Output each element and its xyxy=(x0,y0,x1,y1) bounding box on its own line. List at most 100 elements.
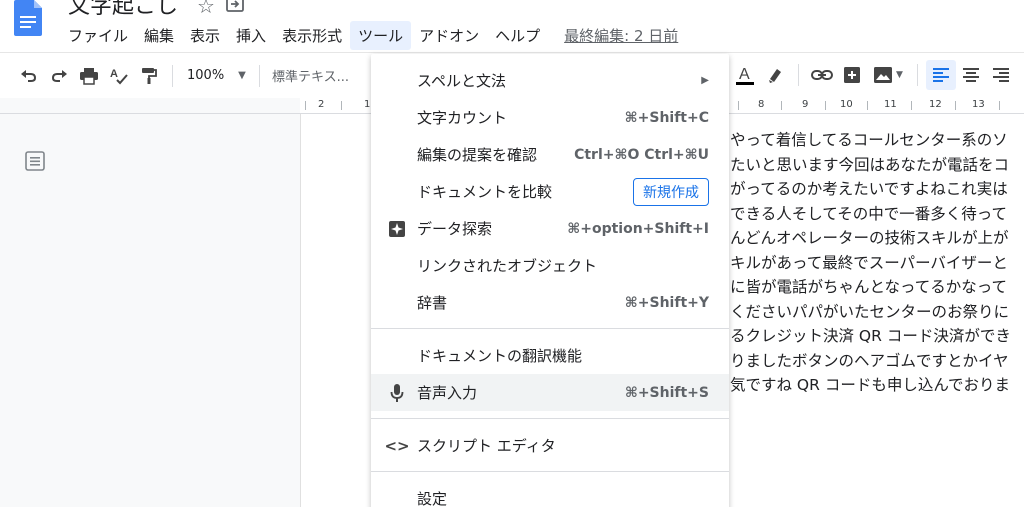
add-comment-icon xyxy=(844,67,860,83)
menu-divider xyxy=(371,471,729,472)
menu-addons[interactable]: アドオン xyxy=(411,21,487,50)
explore-icon xyxy=(387,219,407,239)
menu-item-dictionary[interactable]: 辞書 ⌘+Shift+Y xyxy=(371,284,729,321)
ruler-tick: | xyxy=(737,101,741,111)
shortcut-label: ⌘+Shift+C xyxy=(624,109,709,126)
ruler-label: 11 xyxy=(884,99,897,110)
document-title[interactable]: 文字起こし xyxy=(68,0,178,20)
menu-file[interactable]: ファイル xyxy=(60,21,136,50)
align-left-button[interactable] xyxy=(926,60,956,90)
ruler-label: 2 xyxy=(318,99,325,110)
ruler-tick: | xyxy=(780,101,784,111)
menu-bar: ファイル 編集 表示 挿入 表示形式 ツール アドオン ヘルプ 最終編集: 2 … xyxy=(60,20,678,50)
redo-button[interactable] xyxy=(44,61,74,91)
menu-insert[interactable]: 挿入 xyxy=(228,21,274,50)
body-line: やって着信してるコールセンター系のソ xyxy=(730,131,1008,149)
body-line: んどんオペレーターの技術スキルが上が xyxy=(730,229,1009,247)
menu-help[interactable]: ヘルプ xyxy=(487,21,548,50)
toolbar-divider xyxy=(259,64,260,87)
menu-item-label: 辞書 xyxy=(417,294,448,312)
body-line: くださいパパがいたセンターのお祭りに xyxy=(730,302,1010,321)
body-line: がってるのか考えたいですよねこれ実は xyxy=(730,180,1008,198)
align-center-button[interactable] xyxy=(956,60,986,90)
star-icon[interactable]: ☆ xyxy=(197,0,215,18)
ruler-label: 8 xyxy=(758,99,765,110)
submenu-arrow-icon: ▶ xyxy=(701,75,709,86)
docs-logo-icon[interactable] xyxy=(12,0,44,36)
menu-item-translate[interactable]: ドキュメントの翻訳機能 xyxy=(371,337,729,374)
menu-divider xyxy=(371,328,729,329)
body-line: に皆が電話がちゃんとなってるかなって xyxy=(730,278,1007,296)
menu-view[interactable]: 表示 xyxy=(182,21,228,50)
body-line: りましたボタンのヘアゴムですとかイヤ xyxy=(730,351,1009,370)
menu-item-label: リンクされたオブジェクト xyxy=(417,257,598,275)
print-button[interactable] xyxy=(74,61,104,91)
chevron-down-icon: ▼ xyxy=(896,70,903,80)
last-edit-link[interactable]: 最終編集: 2 日前 xyxy=(564,25,678,46)
insert-image-button[interactable]: ▼ xyxy=(867,60,909,90)
ruler-label: 12 xyxy=(929,99,942,110)
menu-edit[interactable]: 編集 xyxy=(136,21,182,50)
menu-item-review-suggestions[interactable]: 編集の提案を確認 Ctrl+⌘O Ctrl+⌘U xyxy=(371,136,729,173)
menu-item-label: 編集の提案を確認 xyxy=(417,146,538,164)
ruler-tick: | xyxy=(866,101,870,111)
menu-item-label: 文字カウント xyxy=(417,109,508,127)
zoom-value: 100% xyxy=(187,68,225,83)
ruler-label: 9 xyxy=(802,99,809,110)
zoom-select[interactable]: 100% ▼ xyxy=(181,68,251,83)
new-badge: 新規作成 xyxy=(633,177,709,206)
body-line: たいと思います今回はあなたが電話をコ xyxy=(730,155,1010,174)
shortcut-label: ⌘+option+Shift+I xyxy=(567,220,709,237)
toolbar-divider xyxy=(798,64,799,86)
ruler-tick: | xyxy=(954,101,958,111)
align-right-button[interactable] xyxy=(986,60,1016,90)
document-outline-icon[interactable] xyxy=(24,150,46,172)
insert-link-button[interactable] xyxy=(807,60,837,90)
toolbar-divider xyxy=(917,64,918,86)
paragraph-style-select[interactable]: 標準テキス... xyxy=(268,66,358,85)
insert-comment-button[interactable] xyxy=(837,60,867,90)
menu-item-label: 設定 xyxy=(417,490,448,507)
align-center-icon xyxy=(963,68,979,82)
menu-tools[interactable]: ツール xyxy=(350,20,412,50)
paint-format-icon xyxy=(142,67,157,84)
ruler-tick: | xyxy=(824,101,828,111)
spellcheck-button[interactable]: A xyxy=(104,61,134,91)
paint-format-button[interactable] xyxy=(134,61,164,91)
menu-item-voice-typing[interactable]: 音声入力 ⌘+Shift+S xyxy=(371,374,729,411)
align-left-icon xyxy=(933,68,949,82)
ruler-label: 13 xyxy=(972,99,985,110)
menu-format[interactable]: 表示形式 xyxy=(274,21,350,50)
text-color-button[interactable]: A xyxy=(730,60,760,90)
menu-item-label: ドキュメントを比較 xyxy=(417,183,553,201)
image-icon xyxy=(874,67,893,83)
menu-item-label: データ探索 xyxy=(417,220,493,238)
body-line: るクレジット決済 QR コード決済ができ xyxy=(730,327,1011,345)
menu-item-label: スクリプト エディタ xyxy=(417,437,556,455)
menu-item-spelling[interactable]: スペルと文法 ▶ xyxy=(371,62,729,99)
body-line: 気ですね QR コードも申し込んでおりま xyxy=(730,376,1011,394)
menu-item-preferences[interactable]: 設定 xyxy=(371,480,729,507)
menu-item-compare-documents[interactable]: ドキュメントを比較 新規作成 xyxy=(371,173,729,210)
ruler-tick: | xyxy=(304,101,308,111)
toolbar-right: A ▼ xyxy=(730,52,1016,98)
shortcut-label: Ctrl+⌘O Ctrl+⌘U xyxy=(574,146,709,163)
microphone-icon xyxy=(387,383,407,403)
tools-menu: スペルと文法 ▶ 文字カウント ⌘+Shift+C 編集の提案を確認 Ctrl+… xyxy=(371,54,729,507)
undo-button[interactable] xyxy=(14,61,44,91)
svg-text:A: A xyxy=(739,66,750,83)
menu-item-linked-objects[interactable]: リンクされたオブジェクト xyxy=(371,247,729,284)
highlight-color-button[interactable] xyxy=(760,60,790,90)
shortcut-label: ⌘+Shift+S xyxy=(624,384,709,401)
menu-item-word-count[interactable]: 文字カウント ⌘+Shift+C xyxy=(371,99,729,136)
document-body[interactable]: やって着信してるコールセンター系のソ たいと思います今回はあなたが電話をコ がっ… xyxy=(730,128,1011,398)
move-to-folder-icon[interactable] xyxy=(225,0,245,14)
chevron-down-icon: ▼ xyxy=(238,70,246,81)
menu-item-explore[interactable]: データ探索 ⌘+option+Shift+I xyxy=(371,210,729,247)
shortcut-label: ⌘+Shift+Y xyxy=(624,294,709,311)
menu-divider xyxy=(371,418,729,419)
body-line: できる人そしてその中で一番多く待って xyxy=(730,204,1007,223)
menu-item-label: ドキュメントの翻訳機能 xyxy=(417,347,583,365)
menu-item-script-editor[interactable]: <> スクリプト エディタ xyxy=(371,427,729,464)
menu-item-label: スペルと文法 xyxy=(417,72,506,90)
